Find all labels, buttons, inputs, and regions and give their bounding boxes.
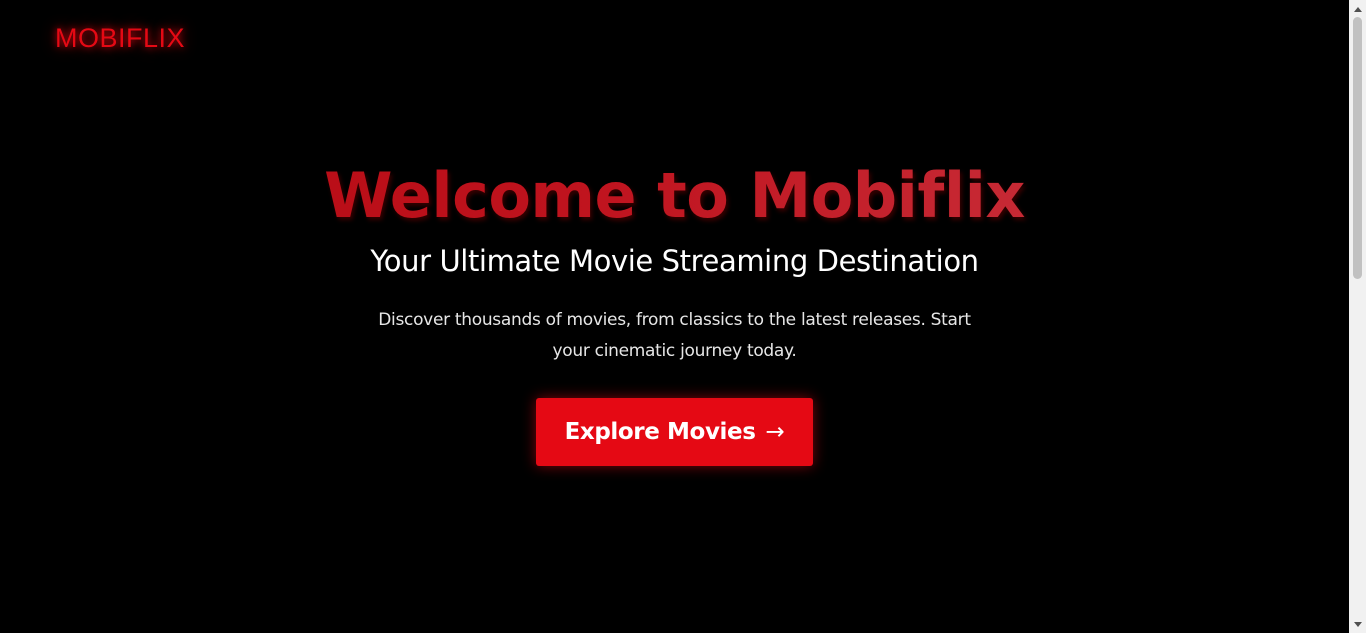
scrollbar-thumb[interactable] [1353,17,1362,279]
vertical-scrollbar[interactable] [1349,0,1366,633]
chevron-down-icon[interactable] [1349,616,1366,633]
brand-logo[interactable]: MOBIFLIX [55,20,185,56]
explore-movies-label: Explore Movies [564,419,756,445]
hero-description: Discover thousands of movies, from class… [378,310,971,361]
hero-title: Welcome to Mobiflix [0,160,1349,232]
arrow-right-icon: → [765,419,785,445]
hero-subtitle: Your Ultimate Movie Streaming Destinatio… [370,244,979,278]
page-viewport: MOBIFLIX Welcome to Mobiflix Your Ultima… [0,0,1349,633]
explore-movies-button[interactable]: Explore Movies → [536,398,813,466]
chevron-up-icon[interactable] [1349,0,1366,17]
cta-container: Explore Movies → [0,398,1349,466]
hero-section: Welcome to Mobiflix Your Ultimate Movie … [0,160,1349,466]
